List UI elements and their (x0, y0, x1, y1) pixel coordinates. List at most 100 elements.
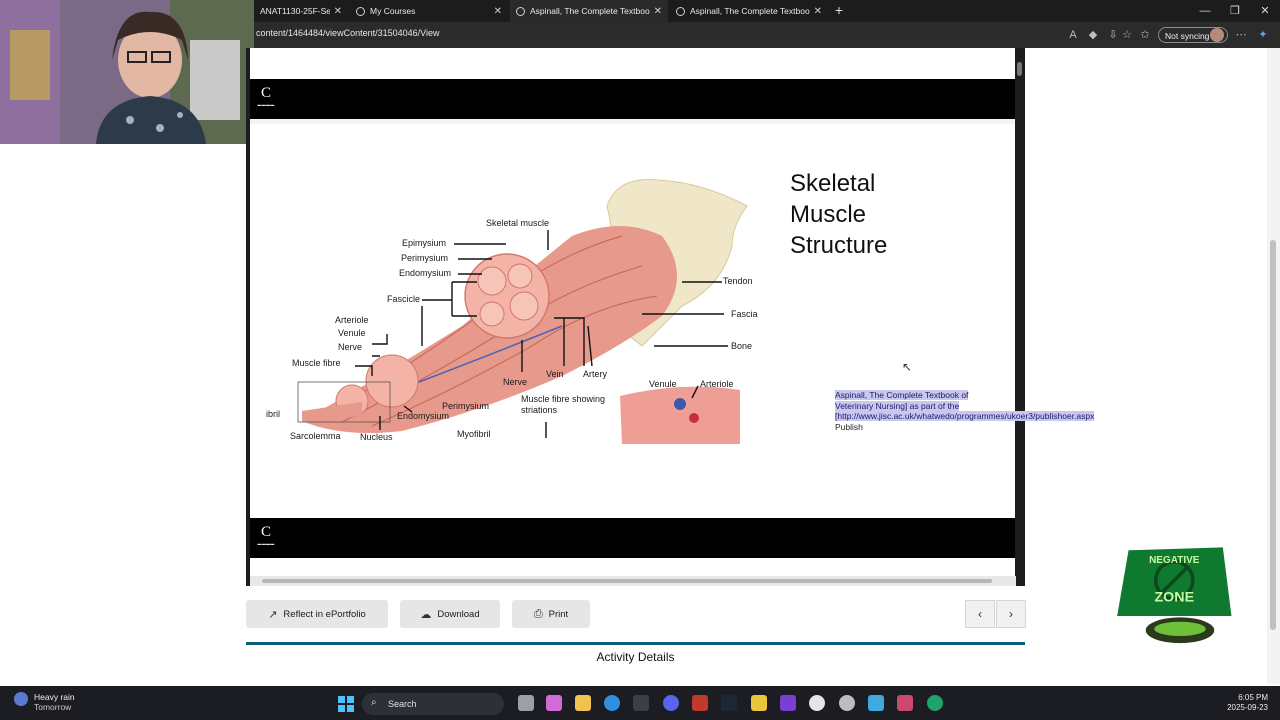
label-vein: Vein (546, 369, 564, 379)
close-icon[interactable]: ✕ (494, 6, 502, 17)
print-button[interactable]: ⎙ Print (512, 600, 590, 628)
print-label: Print (548, 608, 569, 620)
label-striations: Muscle fibre showing striations (521, 394, 606, 415)
image-attribution: Aspinall, The Complete Textbook of Veter… (835, 390, 1095, 432)
download-button[interactable]: ☁ Download (400, 600, 500, 628)
slide-gap (250, 48, 1015, 79)
label-myofibril: ibril (266, 409, 281, 419)
slide-title-line: Structure (790, 232, 888, 259)
next-button[interactable]: › (996, 600, 1026, 628)
tab-label: Aspinall, The Complete Textbook (690, 6, 810, 16)
edge-icon[interactable] (604, 695, 620, 711)
cloud-download-icon: ☁ (420, 608, 432, 621)
page-scroll-thumb[interactable] (1270, 240, 1276, 630)
tab-aspinall-active[interactable]: Aspinall, The Complete Textbook ✕ (510, 0, 668, 22)
copilot-icon[interactable]: ✦ (1256, 28, 1270, 42)
label-muscle-fibre: Muscle fibre (292, 358, 341, 368)
settings-gear-icon[interactable] (809, 695, 825, 711)
maximize-button[interactable]: ❐ (1220, 0, 1250, 22)
minimize-button[interactable]: — (1190, 0, 1220, 22)
mouse-cursor-icon: ↖ (902, 360, 913, 374)
read-aloud-icon[interactable]: A (1066, 28, 1080, 42)
label-arteriole-inset: Arteriole (700, 379, 734, 389)
label-endomysium: Endomysium (399, 268, 452, 278)
label-nerve: Nerve (338, 342, 363, 352)
logo-mark-icon: C (260, 85, 271, 101)
download-icon[interactable]: ⇩ (1106, 28, 1120, 42)
activity-details-heading[interactable]: Activity Details (246, 645, 1025, 685)
logo-wordmark-icon: ▬▬▬▬ (257, 102, 275, 107)
close-icon[interactable]: ✕ (654, 6, 662, 17)
weather-widget[interactable]: Heavy rain Tomorrow (34, 692, 75, 712)
logo-wordmark-icon: ▬▬▬▬ (257, 541, 275, 546)
app-icon[interactable] (751, 695, 767, 711)
webcam-image (0, 0, 254, 144)
webcam-overlay (0, 0, 254, 144)
tab-my-courses[interactable]: My Courses ✕ (350, 0, 508, 22)
label-perimysium: Perimysium (401, 253, 449, 263)
tab-aspinall[interactable]: Aspinall, The Complete Textbook ✕ (670, 0, 828, 22)
slide-title: Skeletal Muscle Structure (790, 168, 990, 261)
weather-sub: Tomorrow (34, 702, 72, 712)
app-icon[interactable] (897, 695, 913, 711)
obs-icon[interactable] (839, 695, 855, 711)
attribution-suffix: Publish (835, 421, 863, 432)
new-tab-button[interactable]: + (832, 0, 846, 22)
app-icon[interactable] (692, 695, 708, 711)
task-view-icon[interactable] (518, 695, 534, 711)
viewer-scrollbar[interactable] (1015, 48, 1025, 586)
label-fascia: Fascia (731, 309, 758, 319)
slide-footer-bar: C ▬▬▬▬ (250, 518, 1015, 558)
sticker-line2: ZONE (1154, 590, 1194, 606)
weather-icon (14, 692, 28, 706)
extension-icon[interactable]: ◆ (1086, 28, 1100, 42)
copilot-app-icon[interactable] (546, 695, 562, 711)
globe-icon (356, 6, 365, 16)
photos-icon[interactable] (868, 695, 884, 711)
music-app-icon[interactable] (780, 695, 796, 711)
clock-time: 6:05 PM (1238, 693, 1268, 702)
horizontal-scroll-thumb[interactable] (262, 579, 992, 583)
reflect-label: Reflect in ePortfolio (283, 608, 366, 620)
edge-profile-icon[interactable] (927, 695, 943, 711)
file-explorer-icon[interactable] (575, 695, 591, 711)
tab-anat1130[interactable]: ANAT1130-25F-Sec1 ✕ (254, 0, 348, 22)
label-bone: Bone (731, 341, 753, 351)
conestoga-logo: C ▬▬▬▬ (256, 85, 276, 107)
reflect-eportfolio-button[interactable]: ↗ Reflect in ePortfolio (246, 600, 388, 628)
discord-icon[interactable] (663, 695, 679, 711)
taskbar-search[interactable]: Search (362, 693, 504, 715)
store-icon[interactable] (633, 695, 649, 711)
label-arteriole: Arteriole (335, 315, 369, 325)
close-icon[interactable]: ✕ (814, 6, 822, 17)
label-endomysium-lower: Endomysium (397, 411, 450, 421)
label-myofibril-lower: Myofibril (457, 429, 491, 439)
favorites-icon[interactable]: ✩ (1138, 28, 1152, 42)
windows-start-icon[interactable] (338, 696, 354, 712)
label-epimysium: Epimysium (402, 238, 447, 248)
steam-icon[interactable] (721, 695, 737, 711)
slide-title-line: Muscle (790, 201, 867, 228)
label-fascicle: Fascicle (387, 294, 421, 304)
tab-label: My Courses (370, 6, 416, 16)
label-artery: Artery (583, 369, 608, 379)
conestoga-logo-footer: C ▬▬▬▬ (256, 524, 276, 546)
search-icon (676, 6, 685, 16)
download-label: Download (437, 608, 480, 620)
profile-avatar[interactable] (1210, 28, 1224, 42)
more-menu-icon[interactable]: ⋯ (1234, 28, 1248, 42)
label-skeletal-muscle: Skeletal muscle (486, 218, 550, 228)
close-window-button[interactable]: ✕ (1250, 0, 1280, 22)
share-icon: ↗ (268, 608, 278, 621)
negative-zone-sticker: NEGATIVE ZONE (1117, 547, 1232, 644)
label-nucleus: Nucleus (360, 432, 393, 442)
label-perimysium-lower: Perimysium (442, 401, 490, 411)
viewer-scroll-thumb[interactable] (1017, 62, 1022, 76)
close-icon[interactable]: ✕ (334, 6, 342, 17)
favorite-star-icon[interactable]: ☆ (1120, 28, 1134, 42)
previous-button[interactable]: ‹ (965, 600, 995, 628)
tab-label: ANAT1130-25F-Sec1 (260, 6, 330, 16)
attribution-text: Aspinall, The Complete Textbook of Veter… (835, 390, 1095, 421)
system-clock[interactable]: 6:05 PM 2025-09-23 (1222, 693, 1268, 713)
url-field[interactable]: content/1464484/viewContent/31504046/Vie… (256, 28, 439, 38)
